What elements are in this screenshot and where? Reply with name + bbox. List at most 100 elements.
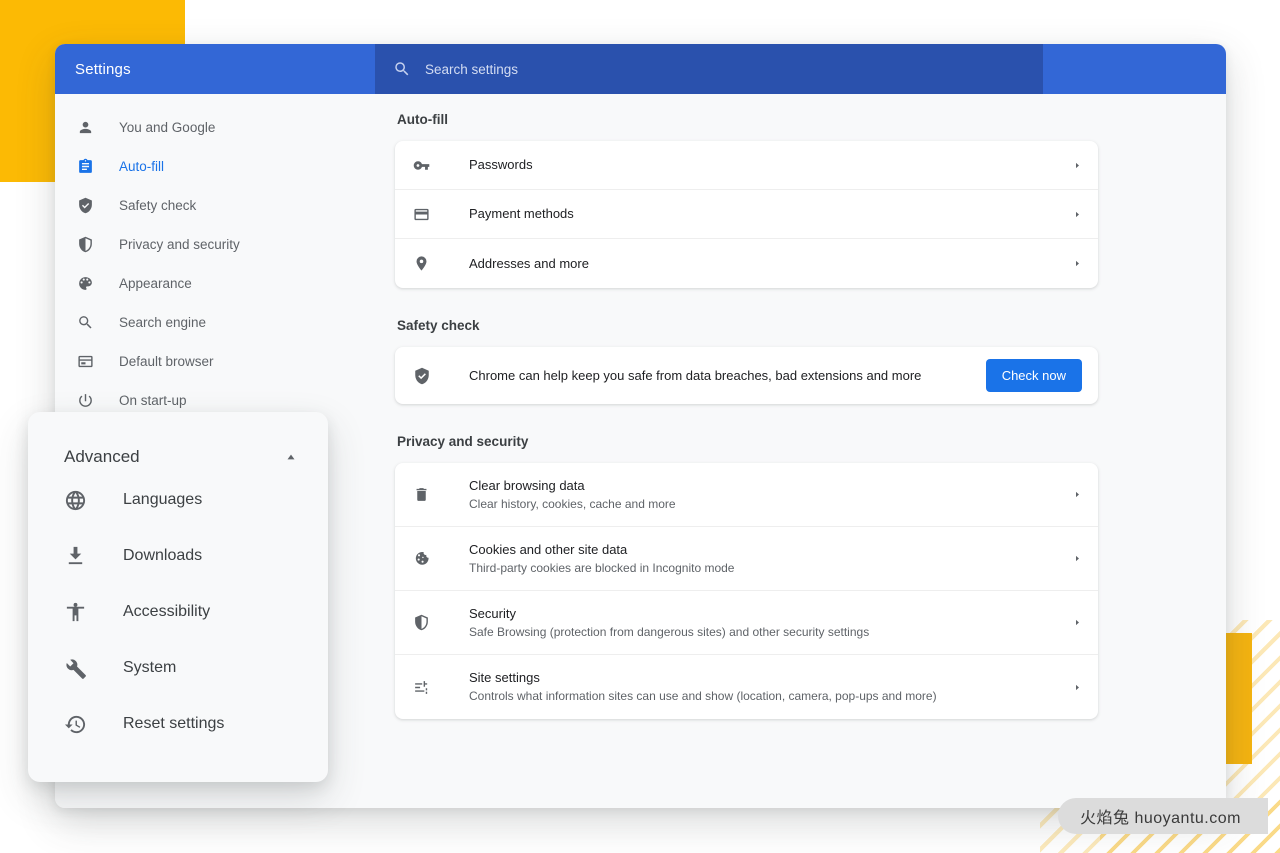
power-icon — [77, 392, 99, 409]
chevron-right-icon — [1072, 490, 1082, 499]
search-placeholder-text: Search settings — [425, 61, 519, 77]
section-title-safety-check: Safety check — [397, 318, 480, 333]
search-icon — [77, 314, 99, 331]
shield-check-icon — [413, 367, 439, 385]
row-title: Cookies and other site data — [469, 541, 628, 557]
chevron-right-icon — [1072, 683, 1082, 692]
shield-check-icon — [77, 197, 99, 214]
advanced-item-label: Accessibility — [123, 603, 211, 620]
advanced-panel: Advanced Languages Downloads Accessibili… — [28, 412, 328, 782]
row-title: Passwords — [469, 157, 533, 172]
location-pin-icon — [413, 255, 439, 272]
row-text: Security Safe Browsing (protection from … — [439, 605, 1072, 641]
row-title: Addresses and more — [469, 255, 589, 271]
settings-header-bar: Settings Search settings — [55, 44, 1226, 94]
advanced-item-label: System — [123, 659, 177, 676]
settings-row-security[interactable]: Security Safe Browsing (protection from … — [395, 591, 1098, 655]
browser-window-icon — [77, 353, 99, 370]
advanced-item-label: Downloads — [123, 547, 203, 564]
advanced-item-label: Languages — [123, 491, 203, 508]
download-icon — [64, 545, 90, 568]
advanced-item-accessibility[interactable]: Accessibility — [28, 584, 328, 640]
sidebar-item-label: Safety check — [119, 198, 197, 213]
chevron-right-icon — [1072, 210, 1082, 219]
sidebar-item-label: Privacy and security — [119, 237, 240, 252]
settings-row-site-settings[interactable]: Site settings Controls what information … — [395, 655, 1098, 719]
row-text: Passwords — [439, 156, 1072, 174]
advanced-item-system[interactable]: System — [28, 640, 328, 696]
sidebar-item-label: Default browser — [119, 354, 214, 369]
cookie-icon — [413, 550, 439, 567]
wrench-icon — [64, 657, 90, 680]
sidebar-item-safety-check[interactable]: Safety check — [55, 186, 375, 225]
settings-row-passwords[interactable]: Passwords — [395, 141, 1098, 190]
palette-icon — [77, 275, 99, 292]
advanced-toggle[interactable]: Advanced — [28, 442, 328, 472]
sidebar-item-label: Search engine — [119, 315, 207, 330]
advanced-item-label: Reset settings — [123, 715, 225, 732]
row-subtitle: Safe Browsing (protection from dangerous… — [469, 624, 870, 639]
shield-half-icon — [413, 614, 439, 631]
sidebar-item-label: Auto-fill — [119, 159, 165, 174]
row-subtitle: Third-party cookies are blocked in Incog… — [469, 560, 735, 575]
globe-icon — [64, 489, 90, 512]
section-title-privacy-and-security: Privacy and security — [397, 434, 529, 449]
settings-row-addresses-and-more[interactable]: Addresses and more — [395, 239, 1098, 288]
row-text: Site settings Controls what information … — [439, 669, 1072, 705]
safety-check-card: Chrome can help keep you safe from data … — [395, 347, 1098, 404]
row-title: Payment methods — [469, 206, 574, 221]
accessibility-icon — [64, 601, 90, 624]
page-canvas: Settings Search settings You and Google — [0, 0, 1280, 853]
credit-card-icon — [413, 206, 439, 223]
row-text: Addresses and more — [439, 255, 1072, 273]
trash-icon — [413, 486, 439, 503]
shield-half-icon — [77, 236, 99, 253]
row-subtitle: Controls what information sites can use … — [469, 689, 937, 703]
privacy-and-security-card: Clear browsing data Clear history, cooki… — [395, 463, 1098, 719]
row-text: Payment methods — [439, 205, 1072, 223]
chevron-right-icon — [1072, 618, 1082, 627]
sidebar-item-you-and-google[interactable]: You and Google — [55, 108, 375, 147]
row-title: Site settings — [469, 670, 540, 685]
chevron-right-icon — [1072, 554, 1082, 563]
history-restore-icon — [64, 713, 90, 736]
chevron-right-icon — [1072, 161, 1082, 170]
row-title: Security — [469, 605, 516, 621]
search-settings-field[interactable]: Search settings — [375, 44, 1043, 94]
row-subtitle: Clear history, cookies, cache and more — [469, 496, 676, 511]
safety-check-message: Chrome can help keep you safe from data … — [469, 368, 922, 383]
clipboard-icon — [77, 158, 99, 175]
sidebar-item-label: You and Google — [119, 120, 216, 135]
settings-row-clear-browsing-data[interactable]: Clear browsing data Clear history, cooki… — [395, 463, 1098, 527]
auto-fill-card: Passwords Payment methods Addresses and … — [395, 141, 1098, 288]
settings-row-cookies-and-other-site-data[interactable]: Cookies and other site data Third-party … — [395, 527, 1098, 591]
chevron-right-icon — [1072, 259, 1082, 268]
sidebar-item-default-browser[interactable]: Default browser — [55, 342, 375, 381]
row-text: Cookies and other site data Third-party … — [439, 541, 1072, 577]
advanced-item-reset-settings[interactable]: Reset settings — [28, 696, 328, 752]
section-title-auto-fill: Auto-fill — [397, 112, 448, 127]
advanced-item-downloads[interactable]: Downloads — [28, 528, 328, 584]
sidebar-item-auto-fill[interactable]: Auto-fill — [55, 147, 375, 186]
page-title: Settings — [75, 60, 131, 78]
sliders-icon — [413, 679, 439, 696]
watermark-badge: 火焰兔 huoyantu.com — [1058, 798, 1268, 834]
search-icon — [393, 60, 411, 78]
row-text: Clear browsing data Clear history, cooki… — [439, 477, 1072, 513]
safety-check-row: Chrome can help keep you safe from data … — [395, 347, 1098, 404]
settings-row-payment-methods[interactable]: Payment methods — [395, 190, 1098, 239]
chevron-up-icon[interactable] — [284, 450, 298, 464]
check-now-button[interactable]: Check now — [985, 359, 1082, 392]
advanced-title: Advanced — [64, 447, 140, 466]
sidebar-item-label: On start-up — [119, 393, 187, 408]
row-title: Clear browsing data — [469, 477, 585, 493]
decorative-yellow-bar-bottom-right — [1225, 633, 1252, 764]
sidebar-item-privacy-and-security[interactable]: Privacy and security — [55, 225, 375, 264]
person-icon — [77, 119, 99, 136]
key-icon — [413, 157, 439, 174]
sidebar-item-label: Appearance — [119, 276, 192, 291]
advanced-item-languages[interactable]: Languages — [28, 472, 328, 528]
sidebar-item-appearance[interactable]: Appearance — [55, 264, 375, 303]
sidebar-item-search-engine[interactable]: Search engine — [55, 303, 375, 342]
settings-content: Auto-fill Passwords Payment methods Addr… — [375, 94, 1226, 808]
